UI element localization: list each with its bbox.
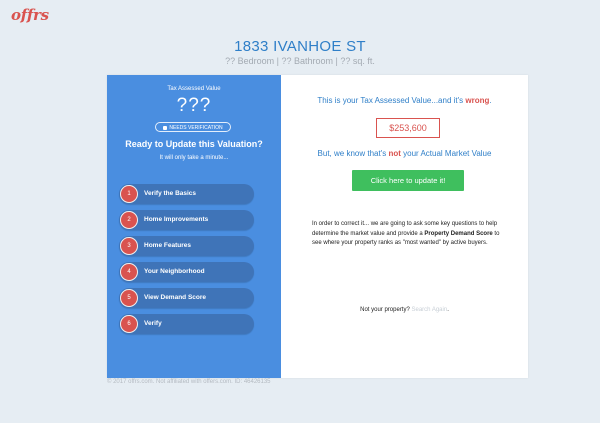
step-label: Home Improvements (144, 216, 209, 223)
step-verify[interactable]: 6 Verify (119, 314, 254, 334)
step-view-demand-score[interactable]: 5 View Demand Score (119, 288, 254, 308)
valuation-card: Tax Assessed Value ??? NEEDS VERIFICATIO… (107, 75, 528, 378)
market-not: not (388, 149, 401, 158)
lock-icon (163, 125, 168, 130)
step-your-neighborhood[interactable]: 4 Your Neighborhood (119, 262, 254, 282)
step-number: 5 (120, 289, 138, 307)
step-number: 3 (120, 237, 138, 255)
market-value-text: But, we know that's not your Actual Mark… (281, 149, 528, 158)
step-number: 2 (120, 211, 138, 229)
tax-assessed-value: ??? (176, 95, 212, 116)
tax-assessed-label: Tax Assessed Value (167, 86, 221, 92)
market-text: But, we know that's (317, 149, 389, 158)
not-property-text: Not your property? (360, 307, 410, 313)
assessed-value-box: $253,600 (376, 118, 440, 138)
step-label: Home Features (144, 242, 191, 249)
not-your-property: Not your property? Search Again. (281, 307, 528, 313)
needs-verification-text: NEEDS VERIFICATION (169, 125, 223, 131)
step-home-features[interactable]: 3 Home Features (119, 236, 254, 256)
property-specs: ?? Bedroom | ?? Bathroom | ?? sq. ft. (225, 56, 375, 66)
step-label: Verify the Basics (144, 190, 197, 197)
step-label: View Demand Score (144, 294, 207, 301)
main-panel: This is your Tax Assessed Value...and it… (281, 75, 528, 378)
description-text: In order to correct it... we are going t… (312, 220, 502, 249)
headline-text: This is your Tax Assessed Value...and it… (317, 96, 466, 105)
search-again-link[interactable]: Search Again (412, 307, 448, 313)
market-suffix: your Actual Market Value (400, 149, 492, 158)
offrs-logo[interactable]: offrs (11, 6, 49, 24)
tax-value-headline: This is your Tax Assessed Value...and it… (281, 96, 528, 105)
headline-wrong: wrong (465, 96, 490, 105)
steps-list: 1 Verify the Basics 2 Home Improvements … (119, 184, 254, 340)
step-home-improvements[interactable]: 2 Home Improvements (119, 210, 254, 230)
step-number: 4 (120, 263, 138, 281)
not-property-period: . (447, 307, 449, 313)
ready-heading: Ready to Update this Valuation? (125, 139, 263, 149)
step-verify-basics[interactable]: 1 Verify the Basics (119, 184, 254, 204)
step-label: Your Neighborhood (144, 268, 205, 275)
ready-subheading: It will only take a minute... (159, 155, 229, 161)
needs-verification-badge: NEEDS VERIFICATION (155, 122, 231, 132)
step-number: 6 (120, 315, 138, 333)
headline-period: . (489, 96, 492, 105)
property-demand-score-label: Property Demand Score (424, 230, 493, 237)
footer-text: © 2017 offrs.com. Not affiliated with of… (107, 379, 271, 385)
valuation-panel: Tax Assessed Value ??? NEEDS VERIFICATIO… (107, 75, 281, 378)
step-label: Verify (144, 320, 162, 327)
step-number: 1 (120, 185, 138, 203)
update-button[interactable]: Click here to update it! (352, 170, 464, 191)
property-address: 1833 IVANHOE ST (234, 38, 366, 55)
